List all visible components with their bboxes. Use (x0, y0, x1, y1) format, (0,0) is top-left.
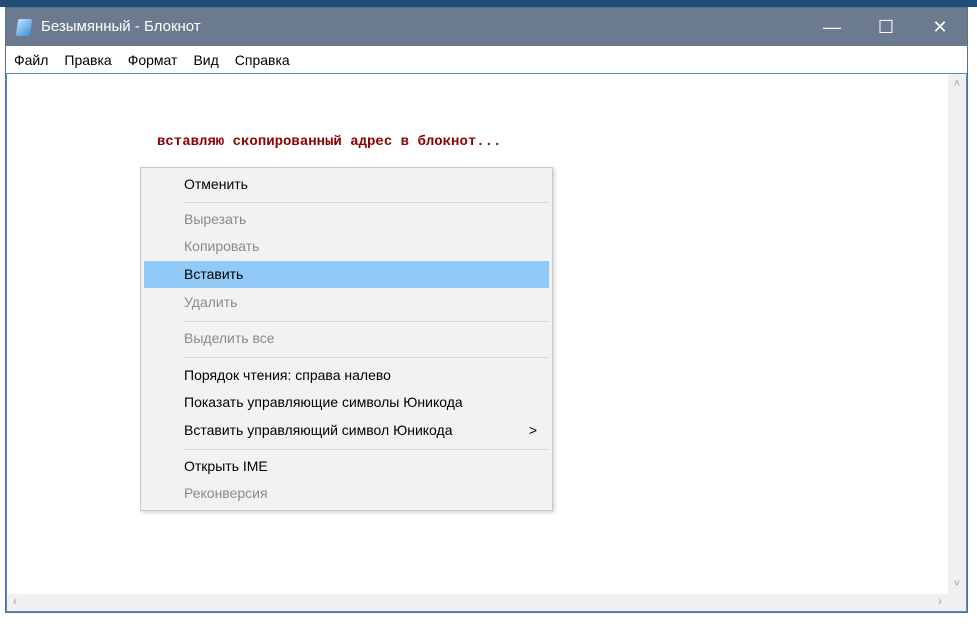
separator (183, 321, 549, 322)
minimize-button[interactable]: — (805, 8, 859, 46)
scroll-left-icon[interactable]: ‹ (13, 594, 17, 608)
window-title: Безымянный - Блокнот (41, 18, 201, 35)
ctx-copy[interactable]: Копировать (144, 233, 549, 260)
horizontal-scrollbar[interactable]: ‹ › (7, 594, 966, 611)
maximize-button[interactable]: ☐ (859, 8, 913, 46)
separator (183, 202, 549, 203)
separator (183, 449, 549, 450)
ctx-cut[interactable]: Вырезать (144, 206, 549, 233)
chevron-right-icon: > (528, 422, 537, 438)
ctx-rtl-order[interactable]: Порядок чтения: справа налево (144, 362, 549, 389)
ctx-insert-unicode-label: Вставить управляющий символ Юникода (184, 422, 453, 438)
menu-file[interactable]: Файл (14, 52, 48, 68)
vertical-scrollbar[interactable]: ˄ ˅ (948, 74, 966, 594)
desktop-strip (0, 0, 977, 7)
scroll-right-icon[interactable]: › (938, 594, 942, 608)
ctx-select-all[interactable]: Выделить все (144, 325, 549, 352)
scroll-down-icon[interactable]: ˅ (948, 578, 966, 590)
separator (183, 357, 549, 358)
menu-edit[interactable]: Правка (64, 52, 111, 68)
ctx-open-ime[interactable]: Открыть IME (144, 453, 549, 480)
ctx-insert-unicode[interactable]: Вставить управляющий символ Юникода > (144, 417, 549, 444)
annotation-caption: вставляю скопированный адрес в блокнот..… (157, 134, 502, 150)
menu-view[interactable]: Вид (193, 52, 218, 68)
title-bar[interactable]: Безымянный - Блокнот — ☐ ✕ (6, 8, 967, 46)
context-menu: Отменить Вырезать Копировать Вставить Уд… (140, 167, 553, 511)
close-button[interactable]: ✕ (913, 8, 967, 46)
menu-bar: Файл Правка Формат Вид Справка (6, 46, 967, 73)
menu-help[interactable]: Справка (235, 52, 290, 68)
ctx-reconversion[interactable]: Реконверсия (144, 480, 549, 507)
menu-format[interactable]: Формат (128, 52, 178, 68)
ctx-show-unicode[interactable]: Показать управляющие символы Юникода (144, 389, 549, 416)
ctx-paste[interactable]: Вставить (144, 261, 549, 288)
scroll-up-icon[interactable]: ˄ (948, 78, 966, 90)
ctx-undo[interactable]: Отменить (144, 171, 549, 198)
notepad-icon (15, 19, 33, 36)
ctx-delete[interactable]: Удалить (144, 289, 549, 316)
